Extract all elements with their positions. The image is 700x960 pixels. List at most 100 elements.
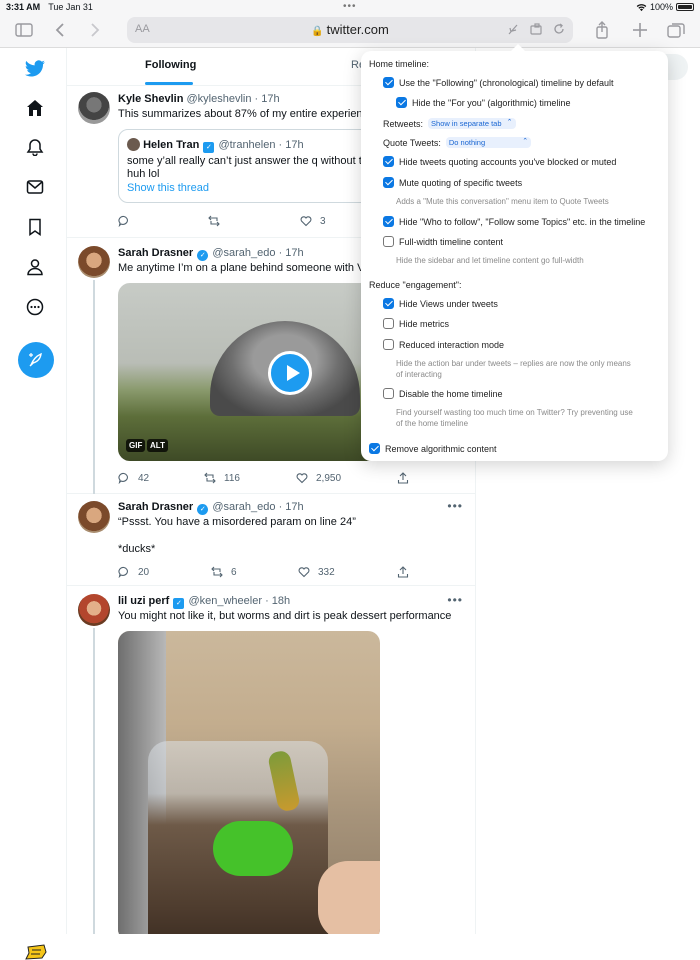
profile-icon[interactable] (21, 253, 49, 281)
wifi-icon (636, 3, 647, 11)
author-handle[interactable]: @sarah_edo (212, 247, 275, 259)
author-name[interactable]: Kyle Shevlin (118, 93, 183, 105)
remove-algorithmic-option[interactable]: Remove algorithmic content (369, 443, 497, 454)
full-width-checkbox[interactable] (383, 236, 394, 247)
hide-quoting-blocked-option[interactable]: Hide tweets quoting accounts you've bloc… (383, 156, 616, 167)
url-text: twitter.com (326, 22, 389, 37)
share-button[interactable] (397, 566, 409, 578)
notifications-icon[interactable] (21, 133, 49, 161)
reduced-interaction-checkbox[interactable] (383, 339, 394, 350)
like-button[interactable]: 3 (300, 215, 326, 227)
more-options-button[interactable]: ••• (447, 593, 463, 607)
retweet-button[interactable] (208, 215, 220, 227)
alt-badge[interactable]: ALT (147, 439, 168, 452)
following-default-option[interactable]: Use the "Following" (chronological) time… (383, 77, 614, 88)
author-name[interactable]: Sarah Drasner (118, 247, 193, 259)
mute-quoting-option[interactable]: Mute quoting of specific tweets (383, 177, 522, 188)
option-label: Hide tweets quoting accounts you've bloc… (399, 156, 617, 167)
compose-feather-icon (29, 352, 42, 367)
more-options-icon[interactable] (21, 293, 49, 321)
quote-text-line: some y’all really can’t just answer the … (127, 155, 368, 167)
reduced-interaction-option[interactable]: Reduced interaction mode (383, 339, 504, 350)
multitasking-dots-icon[interactable]: ••• (343, 1, 357, 12)
avatar[interactable] (78, 594, 110, 626)
disable-home-option[interactable]: Disable the home timeline (383, 388, 503, 399)
hide-for-you-option[interactable]: Hide the "For you" (algorithmic) timelin… (396, 97, 570, 108)
action-bar: 20 6 332 (118, 566, 418, 580)
reduce-engagement-heading: Reduce "engagement": (369, 280, 462, 290)
tweet-time[interactable]: · 18h (265, 595, 290, 607)
reply-icon (118, 566, 128, 578)
play-icon[interactable] (268, 351, 312, 395)
hide-views-checkbox[interactable] (383, 298, 394, 309)
mute-quoting-checkbox[interactable] (383, 177, 394, 188)
tab-following[interactable]: Following (145, 59, 196, 71)
quote-tweets-setting: Quote Tweets: Do nothing (383, 137, 532, 148)
description-line: Hide the action bar under tweets – repli… (396, 359, 631, 368)
back-icon[interactable] (50, 20, 72, 40)
twitter-logo-icon[interactable] (21, 55, 49, 83)
retweets-setting: Retweets: Show in separate tab (383, 118, 516, 129)
author-handle[interactable]: @kyleshevlin (186, 93, 251, 105)
tweet-text: Me anytime I’m on a plane behind someone… (118, 262, 372, 274)
tweet[interactable]: lil uzi perf ✓ @ken_wheeler · 18h ••• Yo… (67, 586, 475, 934)
address-bar[interactable]: AA 🔒 twitter.com (127, 17, 573, 43)
avatar[interactable] (78, 92, 110, 124)
avatar[interactable] (78, 501, 110, 533)
quote-time: · 17h (278, 139, 304, 151)
like-button[interactable]: 332 (298, 566, 335, 578)
option-label: Remove algorithmic content (385, 443, 497, 454)
tab-overview-icon[interactable] (665, 20, 687, 40)
author-name[interactable]: Sarah Drasner (118, 501, 193, 513)
retweets-select[interactable]: Show in separate tab (428, 118, 516, 129)
following-default-checkbox[interactable] (383, 77, 394, 88)
share-icon[interactable] (591, 20, 613, 40)
more-options-button[interactable]: ••• (447, 499, 463, 513)
quote-tweets-select[interactable]: Do nothing (445, 137, 532, 148)
tweet-time[interactable]: · 17h (279, 247, 304, 259)
messages-icon[interactable] (21, 173, 49, 201)
active-tab-indicator (145, 82, 193, 85)
like-button[interactable]: 2,950 (296, 472, 341, 484)
author-name[interactable]: lil uzi perf (118, 595, 169, 607)
extension-feather-icon[interactable] (507, 23, 519, 35)
reply-button[interactable]: 20 (118, 566, 149, 578)
full-width-option[interactable]: Full-width timeline content (383, 236, 503, 247)
hide-views-option[interactable]: Hide Views under tweets (383, 298, 498, 309)
hide-metrics-option[interactable]: Hide metrics (383, 318, 449, 329)
remove-algorithmic-checkbox[interactable] (369, 443, 380, 454)
hide-for-you-checkbox[interactable] (396, 97, 407, 108)
share-icon (397, 472, 409, 484)
extension-logo-icon[interactable] (24, 944, 48, 960)
hide-metrics-checkbox[interactable] (383, 318, 394, 329)
tweet[interactable]: Sarah Drasner ✓ @sarah_edo · 17h ••• “Ps… (67, 494, 475, 586)
show-thread-link[interactable]: Show this thread (127, 182, 368, 195)
retweet-button[interactable]: 116 (204, 472, 240, 484)
avatar[interactable] (78, 246, 110, 278)
status-time: 3:31 AM (6, 2, 41, 12)
tweet-time[interactable]: · 17h (279, 501, 304, 513)
photo-media[interactable] (118, 631, 380, 934)
hide-who-to-follow-option[interactable]: Hide "Who to follow", "Follow some Topic… (383, 216, 645, 227)
reply-button[interactable]: 42 (118, 472, 149, 484)
retweet-button[interactable]: 6 (211, 566, 237, 578)
new-tab-icon[interactable] (629, 20, 651, 40)
quote-tweet[interactable]: Helen Tran ✓ @tranhelen · 17h some y’all… (118, 129, 398, 203)
sidebar-toggle-icon[interactable] (13, 20, 35, 40)
hide-quoting-blocked-checkbox[interactable] (383, 156, 394, 167)
compose-tweet-button[interactable] (18, 342, 54, 378)
forward-icon[interactable] (83, 20, 105, 40)
disable-home-description: Find yourself wasting too much time on T… (396, 407, 633, 429)
author-handle[interactable]: @ken_wheeler (188, 595, 262, 607)
share-button[interactable] (397, 472, 409, 484)
status-bar: 3:31 AM Tue Jan 31 ••• 100% (0, 0, 700, 14)
author-handle[interactable]: @sarah_edo (212, 501, 275, 513)
tweet-time[interactable]: · 17h (255, 93, 280, 105)
extension-puzzle-icon[interactable] (530, 23, 544, 36)
reply-button[interactable] (118, 215, 130, 227)
bookmarks-icon[interactable] (21, 213, 49, 241)
home-icon[interactable] (21, 94, 49, 122)
hide-who-to-follow-checkbox[interactable] (383, 216, 394, 227)
reload-icon[interactable] (553, 23, 565, 35)
disable-home-checkbox[interactable] (383, 388, 394, 399)
